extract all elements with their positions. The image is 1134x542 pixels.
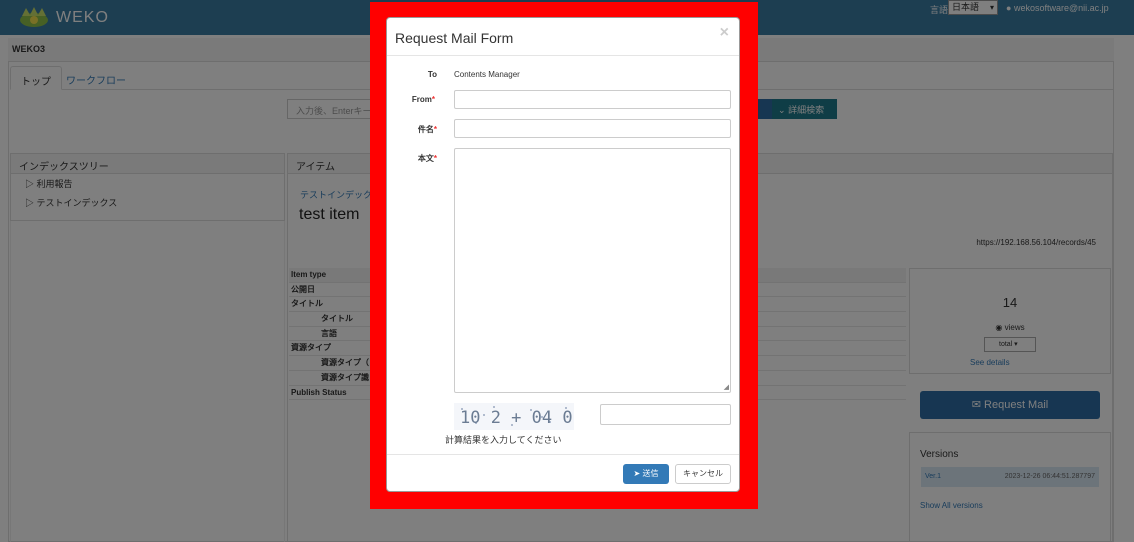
captcha-image: 10 2 + 04 0 9 (454, 403, 574, 430)
required-mark: * (433, 125, 437, 134)
close-icon[interactable]: × (720, 24, 729, 42)
to-value: Contents Manager (454, 70, 520, 79)
body-textarea[interactable]: ◢ (454, 148, 731, 393)
modal-footer: ➤ 送信 キャンセル (387, 454, 739, 491)
modal-title: Request Mail Form (395, 30, 514, 46)
captcha-answer-input[interactable] (600, 404, 731, 425)
from-label: From* (395, 95, 435, 104)
required-mark: * (431, 95, 435, 104)
subject-label-text: 件名 (417, 125, 434, 134)
captcha-text: 10 2 + 04 0 9 (460, 408, 574, 428)
from-label-text: From (411, 95, 432, 104)
resize-handle-icon[interactable]: ◢ (724, 383, 729, 391)
captcha-hint: 計算結果を入力してください (445, 435, 562, 445)
cancel-button[interactable]: キャンセル (675, 464, 731, 484)
paper-plane-icon: ➤ (633, 469, 641, 478)
from-field[interactable] (454, 90, 731, 109)
body-label: 本文* (397, 153, 437, 164)
request-mail-modal: Request Mail Form × To Contents Manager … (386, 17, 740, 492)
send-label: 送信 (642, 469, 659, 478)
modal-header: Request Mail Form × (387, 18, 739, 56)
send-button[interactable]: ➤ 送信 (623, 464, 669, 484)
subject-label: 件名* (397, 124, 437, 135)
subject-field[interactable] (454, 119, 731, 138)
required-mark: * (433, 154, 437, 163)
body-label-text: 本文 (417, 154, 434, 163)
to-label: To (427, 70, 437, 79)
